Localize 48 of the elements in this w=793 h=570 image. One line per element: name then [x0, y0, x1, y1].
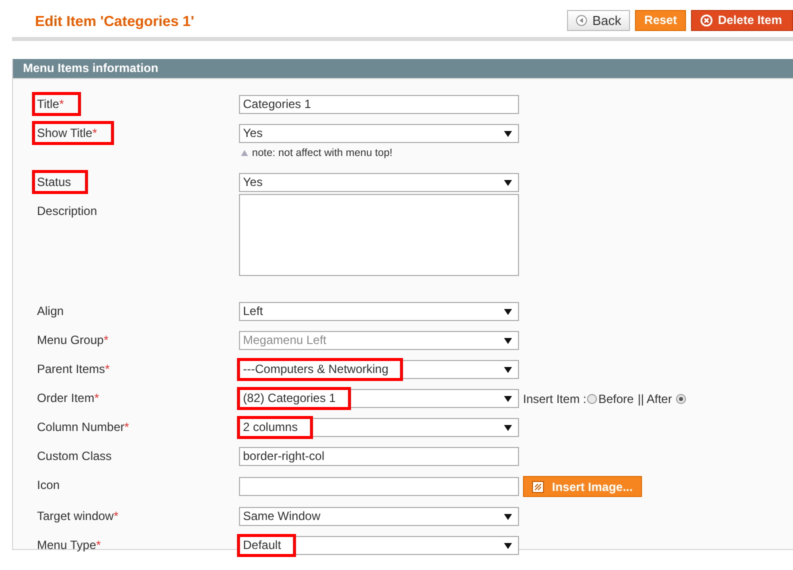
- caret-icon: [504, 424, 512, 430]
- field-label: Show Title*: [32, 121, 114, 145]
- icon-field[interactable]: [239, 477, 519, 496]
- field-label: Menu Type*: [36, 537, 102, 554]
- field-label: Icon: [36, 477, 61, 494]
- text-field[interactable]: border-right-col: [239, 447, 519, 466]
- field-label: Title*: [32, 92, 81, 116]
- description-field[interactable]: [239, 194, 519, 276]
- select-field[interactable]: Left: [239, 302, 519, 321]
- select-field[interactable]: ---Computers & Networking: [239, 360, 519, 379]
- select-field[interactable]: Yes: [239, 173, 519, 192]
- header-button[interactable]: Back: [567, 10, 630, 30]
- back-icon: [576, 14, 588, 26]
- image-icon: [532, 480, 544, 492]
- select-field[interactable]: Default: [239, 536, 519, 555]
- field-label: Parent Items*: [36, 361, 111, 378]
- radio-button[interactable]: [676, 394, 686, 404]
- page-title: Edit Item 'Categories 1': [35, 12, 194, 30]
- caret-icon: [504, 338, 512, 344]
- caret-icon: [504, 180, 512, 186]
- caret-icon: [504, 308, 512, 314]
- up-triangle-icon: [241, 150, 248, 156]
- caret-icon: [504, 130, 512, 136]
- field-label: Menu Group*: [36, 332, 110, 349]
- field-label: Status: [32, 170, 88, 194]
- field-label: Align: [36, 303, 65, 320]
- header-button[interactable]: Delete Item: [690, 10, 793, 30]
- text-field[interactable]: Categories 1: [239, 95, 519, 114]
- field-label: Custom Class: [36, 448, 113, 465]
- radio-button[interactable]: [587, 394, 598, 404]
- delete-icon: [700, 14, 713, 26]
- radio-label: Before: [598, 392, 634, 406]
- field-label: Target window*: [36, 508, 120, 525]
- field-label: Column Number*: [36, 419, 130, 436]
- field-label: Order Item*: [36, 390, 100, 407]
- caret-icon: [504, 366, 512, 372]
- caret-icon: [504, 396, 512, 402]
- select-field[interactable]: (82) Categories 1: [239, 389, 519, 408]
- insert-label: Insert Item :: [523, 392, 586, 406]
- select-field[interactable]: Same Window: [239, 507, 519, 526]
- field-label: Description: [36, 203, 98, 220]
- select-field[interactable]: 2 columns: [239, 418, 519, 437]
- caret-icon: [504, 542, 512, 548]
- section-title: Menu Items information: [23, 61, 158, 75]
- field-note: note: not affect with menu top!: [252, 147, 392, 159]
- select-field[interactable]: Yes: [239, 124, 519, 143]
- caret-icon: [504, 514, 512, 520]
- radio-label: || After: [638, 392, 672, 406]
